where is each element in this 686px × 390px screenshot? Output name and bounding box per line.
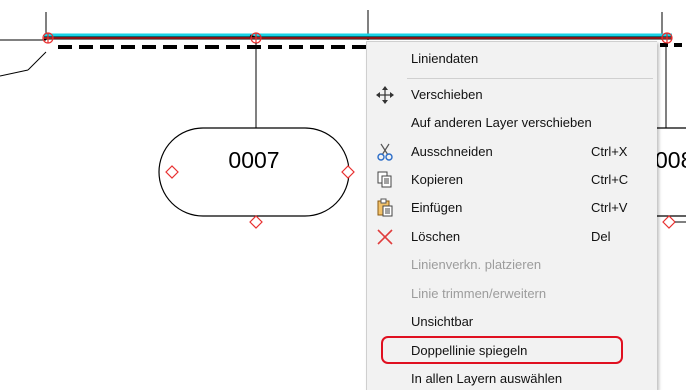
menu-item-label: Kopieren	[411, 172, 464, 187]
menu-item-label: Linie trimmen/erweitern	[411, 286, 547, 301]
scissors-icon	[375, 142, 395, 162]
branch-line-lower[interactable]	[0, 69, 29, 77]
menu-item-ausschneiden[interactable]: Ausschneiden Ctrl+X	[367, 138, 657, 166]
menu-item-label: Linienverkn. platzieren	[411, 257, 542, 272]
menu-item-shortcut: Del	[591, 229, 611, 244]
menu-item-label: Auf anderen Layer verschieben	[411, 115, 592, 130]
menu-item-label: Liniendaten	[411, 51, 479, 66]
menu-item-shortcut: Ctrl+V	[591, 200, 628, 215]
menu-item-loeschen[interactable]: Löschen Del	[367, 223, 657, 251]
node-handle-right-partial[interactable]	[662, 215, 676, 229]
menu-item-unsichtbar[interactable]: Unsichtbar	[367, 308, 657, 336]
menu-item-linie-trimmen[interactable]: Linie trimmen/erweitern	[367, 280, 657, 308]
copy-icon	[375, 170, 395, 190]
node-label-0008: 008	[655, 147, 686, 173]
menu-item-label: Verschieben	[411, 87, 483, 102]
menu-separator	[407, 78, 653, 79]
line-node-marker-right[interactable]	[661, 32, 673, 44]
menu-item-label: Unsichtbar	[411, 314, 474, 329]
node-handle-bottom[interactable]	[249, 215, 263, 229]
paste-icon	[375, 198, 395, 218]
menu-item-auf-anderen-layer[interactable]: Auf anderen Layer verschieben	[367, 109, 657, 137]
selected-line[interactable]	[44, 33, 672, 40]
menu-item-label: Ausschneiden	[411, 144, 493, 159]
move-arrows-icon	[375, 85, 395, 105]
menu-item-linienverkn-platzieren[interactable]: Linienverkn. platzieren	[367, 251, 657, 279]
line-node-marker-mid[interactable]	[250, 32, 262, 44]
menu-item-liniendaten[interactable]: Liniendaten	[367, 45, 657, 73]
branch-line-diagonal[interactable]	[27, 51, 47, 71]
menu-item-verschieben[interactable]: Verschieben	[367, 81, 657, 109]
line-node-marker-left[interactable]	[42, 32, 54, 44]
menu-item-einfuegen[interactable]: Einfügen Ctrl+V	[367, 194, 657, 222]
highlight-outline	[381, 336, 623, 364]
node-label-0007: 0007	[228, 147, 279, 173]
menu-item-kopieren[interactable]: Kopieren Ctrl+C	[367, 166, 657, 194]
menu-item-shortcut: Ctrl+X	[591, 144, 628, 159]
menu-item-in-allen-layern[interactable]: In allen Layern auswählen	[367, 365, 657, 390]
menu-item-label: In allen Layern auswählen	[411, 371, 563, 386]
menu-item-label: Löschen	[411, 229, 461, 244]
menu-item-shortcut: Ctrl+C	[591, 172, 629, 187]
delete-x-icon	[375, 227, 395, 247]
menu-item-label: Einfügen	[411, 200, 463, 215]
